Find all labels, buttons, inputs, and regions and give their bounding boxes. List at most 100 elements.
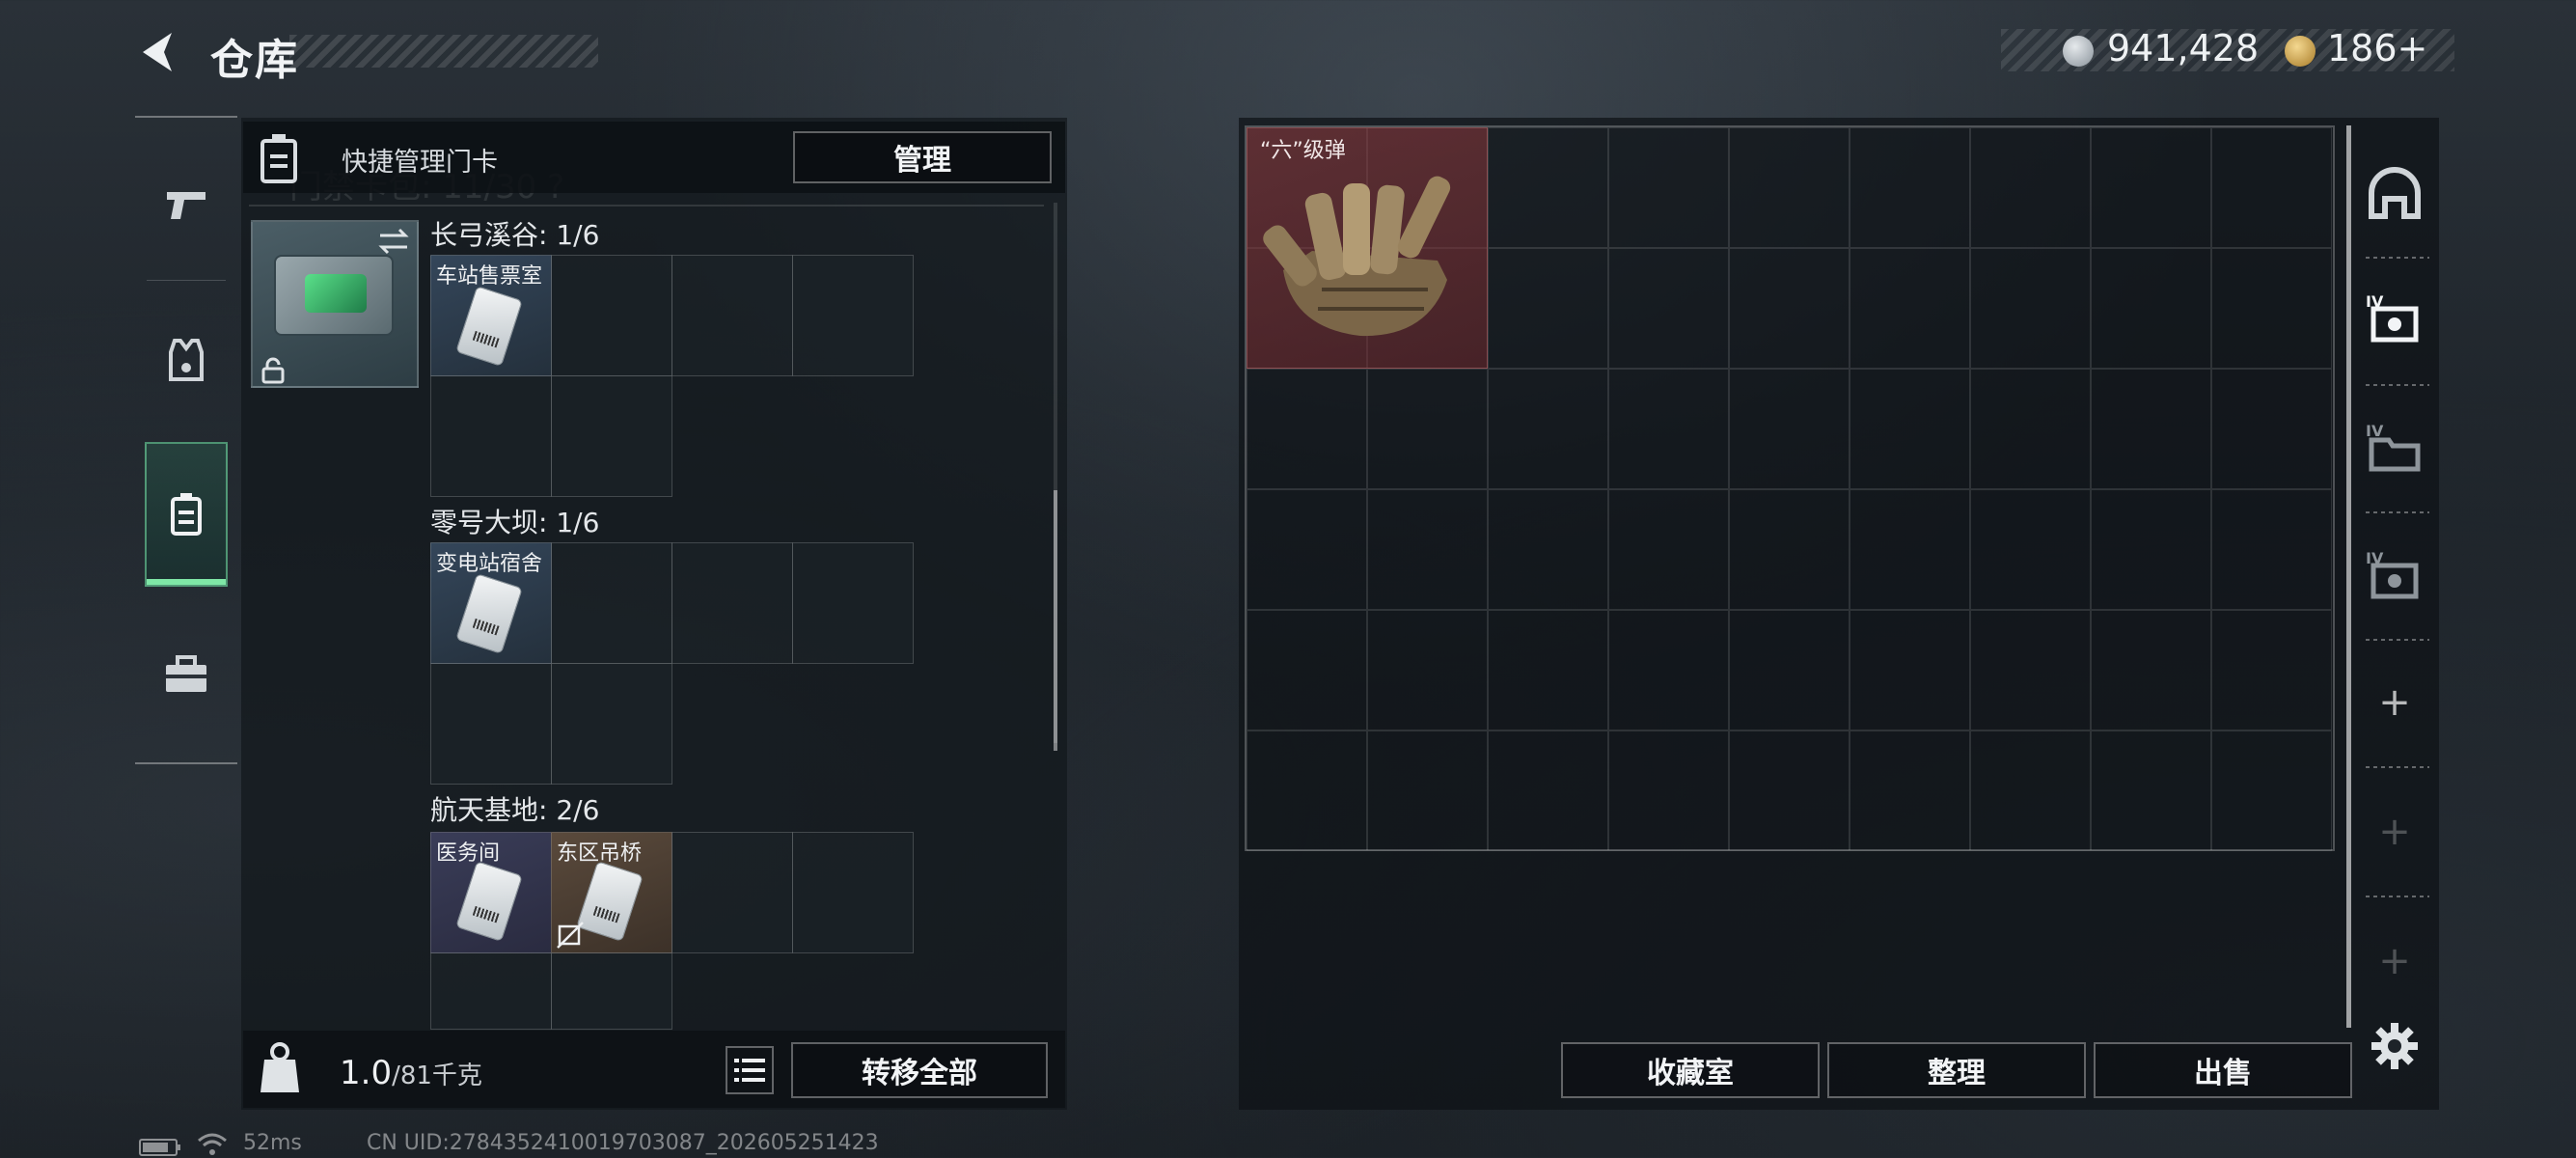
stash-cell[interactable] [1247,489,1367,610]
stash-cell[interactable] [1850,610,1970,731]
stash-cell[interactable] [2211,610,2332,731]
stash-cell[interactable] [1850,369,1970,489]
stash-cell[interactable] [2091,610,2211,731]
empty-slot[interactable] [671,832,793,953]
nav-equipment[interactable] [145,288,228,432]
gold-coin-value[interactable]: 186+ [2327,27,2427,69]
stash-cell[interactable] [2091,731,2211,851]
stash-cell[interactable] [1850,731,1970,851]
section-title-space-base: 航天基地: 2/6 [430,794,600,826]
stash-cell[interactable] [1850,489,1970,610]
stash-cell[interactable] [1729,610,1850,731]
empty-slot[interactable] [551,375,672,497]
weight-max: /81千克 [392,1062,482,1090]
stash-cell[interactable] [2211,127,2332,248]
empty-slot[interactable] [551,663,672,785]
tab-divider [2366,384,2429,386]
tab-add-3[interactable]: + [2356,903,2433,1019]
stash-cell[interactable] [1970,369,2091,489]
stash-cell[interactable] [1488,731,1608,851]
stash-cell[interactable] [2091,127,2211,248]
stash-cell[interactable] [1608,731,1729,851]
tab-divider [2366,511,2429,513]
stash-cell[interactable] [1608,489,1729,610]
empty-slot[interactable] [430,952,552,1030]
empty-slot[interactable] [551,255,672,376]
stash-cell[interactable] [2091,369,2211,489]
stash-cell[interactable] [1970,731,2091,851]
collection-room-button[interactable]: 收藏室 [1561,1042,1820,1098]
stash-cell[interactable] [1850,127,1970,248]
stash-cell[interactable] [1970,127,2091,248]
stash-cell[interactable] [1247,369,1367,489]
manage-button[interactable]: 管理 [793,131,1052,183]
sort-button[interactable]: 整理 [1827,1042,2086,1098]
tab-add-1[interactable]: + [2356,645,2433,760]
empty-slot[interactable] [430,375,552,497]
stash-cell[interactable] [2091,489,2211,610]
stash-cell[interactable] [1729,489,1850,610]
stash-cell[interactable] [1247,731,1367,851]
stash-cell[interactable] [1608,610,1729,731]
empty-slot[interactable] [430,663,552,785]
stash-cell[interactable] [1367,731,1488,851]
stash-cell[interactable] [1367,610,1488,731]
stash-cell[interactable] [1729,127,1850,248]
sell-button[interactable]: 出售 [2094,1042,2352,1098]
stash-cell[interactable] [1488,489,1608,610]
stash-cell[interactable] [1729,248,1850,369]
empty-slot[interactable] [792,832,914,953]
stash-cell[interactable] [2211,248,2332,369]
empty-slot[interactable] [792,255,914,376]
swap-icon[interactable] [376,224,411,259]
stash-cell[interactable] [1608,127,1729,248]
empty-slot[interactable] [551,952,672,1030]
stash-cell[interactable] [1970,489,2091,610]
stash-cell[interactable] [1488,610,1608,731]
stash-cell[interactable] [1608,369,1729,489]
stash-cell[interactable] [2211,369,2332,489]
stash-cell[interactable] [1608,248,1729,369]
tab-dome[interactable] [2356,135,2433,251]
stash-scrollbar[interactable] [2346,125,2351,1028]
list-view-button[interactable] [726,1046,774,1094]
stash-cell[interactable] [2211,731,2332,851]
empty-slot[interactable] [551,542,672,664]
stash-cell[interactable] [1970,610,2091,731]
stash-tier-iv-icon: IV [2366,549,2419,599]
empty-slot[interactable] [671,542,793,664]
empty-slot[interactable] [671,255,793,376]
tab-stash-4c[interactable]: IV [2356,517,2433,633]
keycard-scroll-thumb[interactable] [1054,490,1057,751]
tab-add-2[interactable]: + [2356,774,2433,890]
tab-divider [2366,896,2429,897]
transfer-all-button[interactable]: 转移全部 [791,1042,1048,1098]
back-arrow-icon[interactable] [135,27,185,77]
tab-stash-4b[interactable]: IV [2356,390,2433,506]
stash-cell[interactable] [1488,127,1608,248]
settings-gear-icon[interactable] [2370,1021,2420,1071]
weight-current: 1.0 [340,1054,393,1092]
stash-cell[interactable] [1850,248,1970,369]
stash-cell[interactable] [1247,610,1367,731]
stash-cell[interactable] [1488,369,1608,489]
empty-slot[interactable] [792,542,914,664]
nav-weapons[interactable] [145,131,228,276]
stash-cell[interactable] [1367,489,1488,610]
stash-cell[interactable] [2091,248,2211,369]
ghost-divider [249,205,1044,207]
plus-icon: + [2378,810,2411,854]
stash-cell[interactable] [1729,731,1850,851]
stash-cell[interactable] [1367,369,1488,489]
weight-value: 1.0/81千克 [340,1054,482,1092]
tab-stash-4a[interactable]: IV [2356,261,2433,376]
stash-cell[interactable] [2211,489,2332,610]
nav-keycards[interactable] [145,442,228,587]
ammo-item-label: “六”级弹 [1260,139,1346,163]
svg-text:IV: IV [2366,422,2384,440]
stash-cell[interactable] [1729,369,1850,489]
page-title: 仓库 [210,36,299,85]
stash-cell[interactable] [1970,248,2091,369]
nav-supplies[interactable] [145,602,228,747]
stash-cell[interactable] [1488,248,1608,369]
